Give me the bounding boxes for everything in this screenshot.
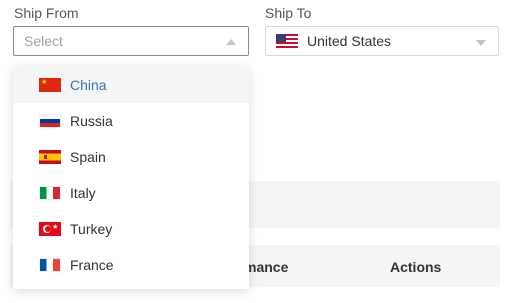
option-italy[interactable]: Italy xyxy=(13,175,249,211)
ship-to-select[interactable]: United States xyxy=(265,26,499,56)
column-header-actions: Actions xyxy=(390,259,442,275)
china-flag-icon: ★ xyxy=(39,78,61,92)
chevron-down-icon[interactable] xyxy=(476,40,486,46)
option-label: China xyxy=(70,77,107,93)
ship-to-label: Ship To xyxy=(265,5,312,21)
italy-flag-icon xyxy=(39,186,61,200)
ship-from-select[interactable]: Select xyxy=(13,26,249,56)
spain-flag-icon xyxy=(39,150,61,164)
ship-from-placeholder: Select xyxy=(24,33,63,49)
column-header-performance: mance xyxy=(244,259,289,275)
usa-flag-icon xyxy=(276,34,298,48)
option-label: Russia xyxy=(70,113,113,129)
ship-from-dropdown: ★ China Russia Spain Italy ★ Turkey Fran… xyxy=(13,67,249,289)
ship-from-label: Ship From xyxy=(14,5,79,21)
option-russia[interactable]: Russia xyxy=(13,103,249,139)
option-turkey[interactable]: ★ Turkey xyxy=(13,211,249,247)
option-label: Italy xyxy=(70,185,96,201)
option-label: Turkey xyxy=(70,221,113,237)
chevron-up-icon[interactable] xyxy=(226,39,236,45)
option-france[interactable]: France xyxy=(13,247,249,283)
option-china[interactable]: ★ China xyxy=(13,67,249,103)
option-label: Spain xyxy=(70,149,106,165)
russia-flag-icon xyxy=(39,114,61,128)
france-flag-icon xyxy=(39,258,61,272)
ship-to-value: United States xyxy=(307,33,392,49)
option-label: France xyxy=(70,257,114,273)
turkey-flag-icon: ★ xyxy=(39,222,61,236)
option-spain[interactable]: Spain xyxy=(13,139,249,175)
